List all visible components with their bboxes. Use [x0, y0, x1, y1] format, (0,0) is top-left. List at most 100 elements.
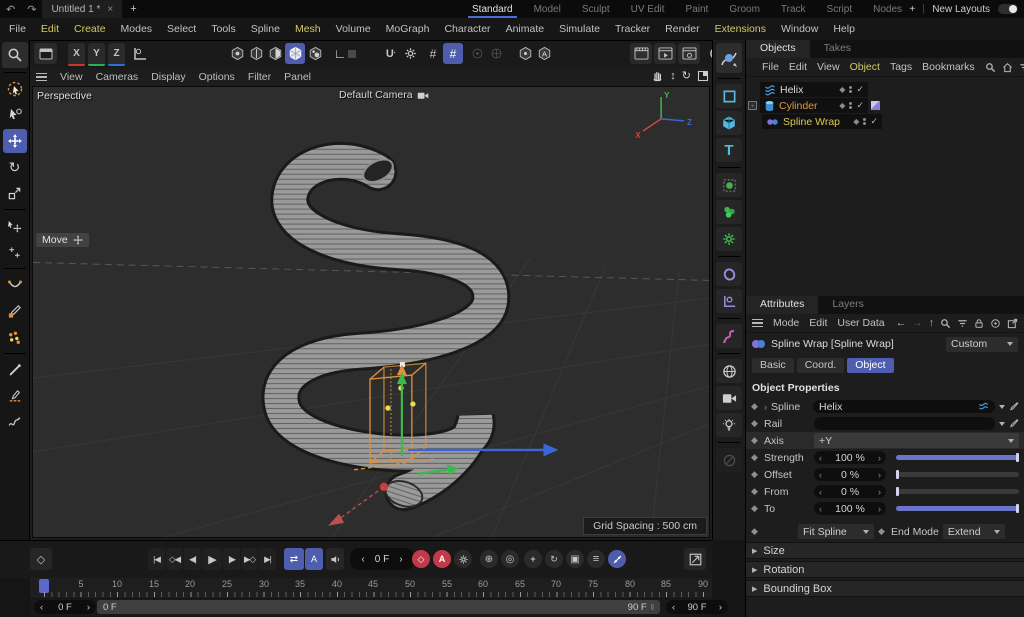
key-position-button[interactable]: +: [524, 550, 542, 568]
offset-spinner[interactable]: ‹ 0 % ›: [814, 468, 886, 481]
select-tool-icon[interactable]: [3, 103, 27, 127]
mode-dropdown[interactable]: Fit Spline: [798, 524, 874, 539]
live-selection-icon[interactable]: [3, 77, 27, 101]
tab-object[interactable]: Object: [847, 358, 893, 373]
shading-wireframe-icon[interactable]: [285, 43, 305, 64]
vp-menu-view[interactable]: View: [60, 71, 83, 83]
axis-dropdown[interactable]: +Y: [814, 433, 1019, 448]
close-icon[interactable]: ×: [107, 4, 113, 15]
strength-slider[interactable]: [896, 455, 1019, 460]
sound-button[interactable]: [326, 548, 344, 570]
keyframe-dot-icon[interactable]: ◆: [751, 486, 760, 497]
vp-menu-options[interactable]: Options: [199, 71, 235, 83]
multi-move-icon[interactable]: [3, 240, 27, 264]
keyframe-dot-icon[interactable]: ◆: [751, 435, 760, 446]
tab-basic[interactable]: Basic: [752, 358, 794, 373]
objects-menu-view[interactable]: View: [817, 61, 840, 73]
generator-gear-icon[interactable]: [716, 227, 742, 251]
key-filter-target-button[interactable]: ◎: [501, 550, 519, 568]
chevron-down-icon[interactable]: [999, 422, 1005, 426]
tree-row-spline-wrap[interactable]: Spline Wrap ◆ ✓: [746, 114, 1024, 129]
move-tool-icon[interactable]: [3, 129, 27, 153]
make-editable-icon[interactable]: [516, 43, 534, 64]
keyframe-settings-button[interactable]: [454, 550, 472, 568]
spline-link-field[interactable]: Helix: [813, 400, 995, 413]
objects-menu-edit[interactable]: Edit: [789, 61, 807, 73]
key-rotation-button[interactable]: ↻: [545, 550, 563, 568]
camera-object-icon[interactable]: [716, 386, 742, 410]
layout-tab-nodes[interactable]: Nodes: [873, 2, 902, 17]
layer-icon[interactable]: ◆: [839, 101, 845, 110]
toggle-view-icon[interactable]: [697, 70, 709, 82]
document-tab[interactable]: Untitled 1 * ×: [42, 0, 122, 18]
from-slider[interactable]: [896, 489, 1019, 494]
prev-frame-button[interactable]: ◀|: [184, 548, 201, 570]
enabled-check-icon[interactable]: ✓: [856, 84, 864, 95]
grid-snap-icon[interactable]: #: [443, 43, 463, 64]
keyframe-dot-icon[interactable]: ◆: [878, 526, 887, 537]
goto-start-button[interactable]: |◀: [148, 548, 165, 570]
menu-select[interactable]: Select: [167, 23, 196, 35]
keyframe-dot-icon[interactable]: ◆: [751, 469, 760, 480]
menu-mograph[interactable]: MoGraph: [386, 23, 430, 35]
decrement-icon[interactable]: ‹: [819, 453, 822, 463]
viewport-menu-icon[interactable]: [36, 73, 47, 82]
rail-link-field[interactable]: [814, 417, 995, 430]
key-parameter-button[interactable]: ≡: [587, 550, 605, 568]
preset-dropdown[interactable]: Custom: [946, 337, 1018, 352]
autokey-button[interactable]: A: [433, 550, 451, 568]
model-mode-icon[interactable]: A: [535, 43, 553, 64]
tab-coord[interactable]: Coord.: [797, 358, 845, 373]
menu-tools[interactable]: Tools: [211, 23, 236, 35]
scale-tool-icon[interactable]: [3, 181, 27, 205]
vp-menu-cameras[interactable]: Cameras: [96, 71, 139, 83]
pen-dash-tool-icon[interactable]: [3, 384, 27, 408]
snap-settings-icon[interactable]: [401, 43, 419, 64]
autokey-range-button[interactable]: A: [305, 548, 323, 570]
timeline-ruler[interactable]: 5 10 15 20 25 30 35 40 45 50 55 60 65 70…: [30, 578, 712, 598]
grid-icon[interactable]: #: [424, 43, 442, 64]
undo-icon[interactable]: ↶: [0, 3, 21, 16]
helix-tube-mesh[interactable]: [281, 155, 491, 511]
section-size[interactable]: ▶ Size: [746, 542, 1024, 559]
vp-menu-panel[interactable]: Panel: [284, 71, 311, 83]
decrement-icon[interactable]: ‹: [819, 504, 822, 514]
popout-icon[interactable]: [1007, 318, 1018, 329]
key-scale-button[interactable]: ▣: [566, 550, 584, 568]
current-frame-field[interactable]: ‹ 0 F ›: [350, 548, 414, 570]
render-settings-icon[interactable]: [678, 43, 700, 64]
lock-icon[interactable]: [974, 318, 984, 329]
key-filter-point-button[interactable]: ⊕: [480, 550, 498, 568]
shading-quick-icon[interactable]: [266, 43, 284, 64]
menu-simulate[interactable]: Simulate: [559, 23, 600, 35]
increment-icon[interactable]: ›: [878, 487, 881, 497]
chevron-down-icon[interactable]: [999, 405, 1005, 409]
workplane-icon[interactable]: ∟: [330, 43, 360, 64]
menu-modes[interactable]: Modes: [121, 23, 153, 35]
object-name[interactable]: Spline Wrap: [783, 116, 849, 128]
objects-menu-tags[interactable]: Tags: [890, 61, 912, 73]
add-layout-button[interactable]: +: [909, 4, 915, 15]
dec-icon[interactable]: ‹: [40, 602, 43, 613]
volume-builder-icon[interactable]: [716, 200, 742, 224]
new-layouts-button[interactable]: New Layouts: [932, 4, 990, 15]
visibility-dots-icon[interactable]: [863, 118, 866, 125]
cube-primitive-icon[interactable]: [716, 111, 742, 135]
axis-y-lock-button[interactable]: Y: [88, 43, 105, 66]
collapse-icon[interactable]: -: [748, 101, 757, 110]
spline-primitive-icon[interactable]: [716, 84, 742, 108]
vp-menu-display[interactable]: Display: [151, 71, 185, 83]
pan-hand-icon[interactable]: [651, 69, 664, 82]
next-key-button[interactable]: ▶◇: [241, 548, 258, 570]
goto-end-button[interactable]: ▶|: [259, 548, 276, 570]
render-region-icon[interactable]: [34, 43, 57, 64]
expand-icon[interactable]: ›: [764, 402, 767, 412]
vp-menu-filter[interactable]: Filter: [248, 71, 271, 83]
menu-help[interactable]: Help: [833, 23, 855, 35]
point-edit-icon[interactable]: [3, 325, 27, 349]
layout-toggle[interactable]: [998, 4, 1018, 14]
menu-mesh[interactable]: Mesh: [295, 23, 321, 35]
frame-dec-icon[interactable]: ‹: [361, 554, 364, 565]
to-slider[interactable]: [896, 506, 1019, 511]
playhead[interactable]: [39, 579, 49, 593]
